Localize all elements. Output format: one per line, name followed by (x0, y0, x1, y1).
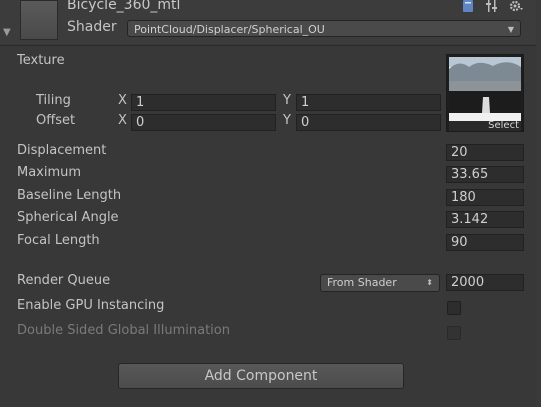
baseline-length-label: Baseline Length (17, 188, 122, 203)
displacement-field[interactable]: 20 (446, 144, 524, 161)
render-queue-field[interactable]: 2000 (446, 274, 524, 291)
baseline-length-field[interactable]: 180 (446, 189, 524, 206)
settings-sliders-icon[interactable] (485, 0, 499, 13)
gear-icon[interactable] (508, 0, 523, 13)
render-queue-dropdown[interactable]: From Shader ⬍ (320, 274, 440, 292)
render-queue-label: Render Queue (17, 273, 111, 288)
focal-length-label: Focal Length (17, 233, 100, 248)
tiling-x-label: X (118, 93, 127, 108)
spherical-angle-field[interactable]: 3.142 (446, 211, 524, 228)
tiling-label: Tiling (36, 93, 71, 108)
book-icon[interactable] (461, 0, 475, 13)
shader-dropdown[interactable]: PointCloud/Displacer/Spherical_OU ▼ (127, 20, 521, 37)
texture-thumbnail-image (449, 57, 521, 121)
gpu-instancing-checkbox[interactable] (447, 301, 461, 315)
texture-slot[interactable]: Select (446, 54, 524, 132)
gpu-instancing-label: Enable GPU Instancing (17, 298, 165, 313)
texture-select-button[interactable]: Select (449, 121, 521, 131)
dropdown-arrow-icon: ▼ (507, 25, 514, 34)
material-preview-thumbnail (20, 0, 58, 40)
double-sided-gi-label: Double Sided Global Illumination (17, 323, 230, 338)
offset-label: Offset (36, 113, 76, 128)
header-divider (0, 45, 541, 46)
collapse-arrow-icon[interactable]: ▼ (3, 27, 11, 38)
add-component-button[interactable]: Add Component (118, 363, 404, 389)
shader-label: Shader (67, 19, 117, 35)
render-queue-dropdown-value: From Shader (327, 276, 397, 289)
offset-y-field[interactable]: 0 (296, 114, 441, 131)
maximum-label: Maximum (17, 165, 82, 180)
tiling-y-field[interactable]: 1 (296, 94, 441, 111)
double-sided-gi-checkbox (447, 326, 461, 340)
spherical-angle-label: Spherical Angle (17, 210, 119, 225)
material-name: Bicycle_360_mtl (67, 0, 181, 13)
offset-x-label: X (118, 113, 127, 128)
updown-arrow-icon: ⬍ (426, 278, 433, 287)
maximum-field[interactable]: 33.65 (446, 166, 524, 183)
offset-x-field[interactable]: 0 (131, 114, 276, 131)
displacement-label: Displacement (17, 143, 107, 158)
tiling-y-label: Y (283, 93, 291, 108)
shader-dropdown-value: PointCloud/Displacer/Spherical_OU (134, 23, 325, 36)
texture-label: Texture (17, 53, 65, 68)
offset-y-label: Y (283, 113, 291, 128)
focal-length-field[interactable]: 90 (446, 234, 524, 251)
tiling-x-field[interactable]: 1 (131, 94, 276, 111)
scrollbar[interactable] (536, 0, 541, 407)
